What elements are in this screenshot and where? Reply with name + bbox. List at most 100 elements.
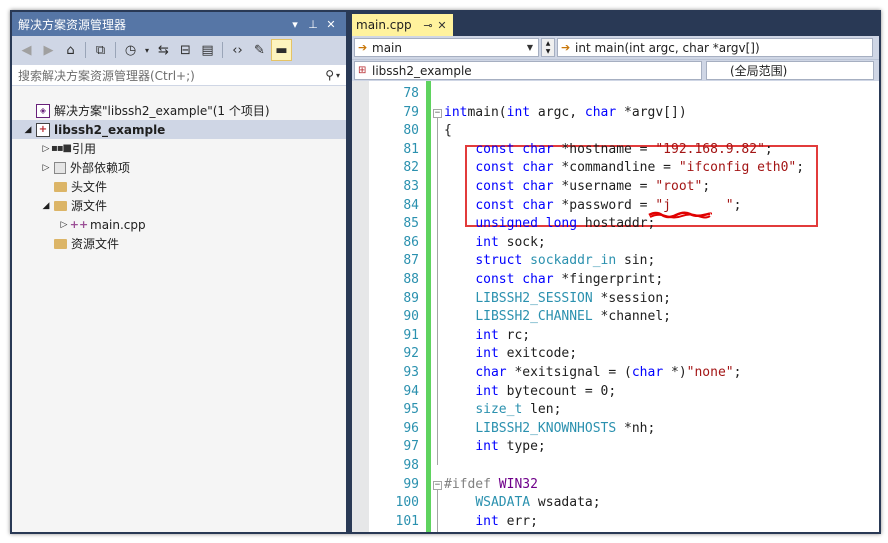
view-code-icon[interactable]: ‹› bbox=[227, 39, 248, 61]
line-number: 80 bbox=[403, 123, 419, 139]
code-line[interactable]: int bytecount = 0; bbox=[444, 383, 616, 402]
code-token: *session; bbox=[592, 290, 671, 306]
code-token: ; bbox=[702, 179, 711, 194]
tree-item-header-files[interactable]: 头文件 bbox=[12, 177, 346, 196]
window-position-dropdown-icon[interactable]: ▾ bbox=[286, 15, 304, 33]
line-number: 97 bbox=[403, 439, 419, 455]
sync-with-active-document-icon[interactable]: ⇆ bbox=[153, 39, 174, 61]
fold-function-icon[interactable]: − bbox=[433, 108, 442, 118]
tree-item-resource-files[interactable]: 资源文件 bbox=[12, 234, 346, 253]
dropdown-arrow-icon[interactable]: ▾ bbox=[142, 39, 152, 61]
tree-item-label: main.cpp bbox=[90, 217, 146, 232]
tree-expander[interactable]: ▷ bbox=[58, 220, 70, 230]
auto-hide-pin-icon[interactable]: ⊥ bbox=[304, 15, 322, 33]
search-icon[interactable]: ⚲ bbox=[325, 68, 334, 82]
code-token: *password = bbox=[553, 197, 656, 213]
line-number: 87 bbox=[403, 253, 419, 269]
forward-icon[interactable]: ▶ bbox=[38, 39, 59, 61]
code-line[interactable]: LIBSSH2_KNOWNHOSTS *nh; bbox=[444, 420, 655, 439]
tree-item-project[interactable]: ◢ + libssh2_example bbox=[12, 120, 346, 139]
tree-expander[interactable]: ◢ bbox=[40, 201, 52, 211]
home-icon[interactable]: ⌂ bbox=[60, 39, 81, 61]
code-line[interactable]: const char *fingerprint; bbox=[444, 271, 663, 290]
code-line[interactable]: const char *password = "j "; bbox=[444, 197, 741, 216]
document-tab-bar: main.cpp ⊸ ✕ bbox=[352, 12, 879, 36]
pin-tab-icon[interactable]: ⊸ bbox=[421, 19, 435, 32]
code-line[interactable]: #ifdef WIN32 bbox=[444, 476, 538, 495]
code-line[interactable]: WSADATA wsadata; bbox=[444, 494, 600, 513]
tree-item-label: 资源文件 bbox=[71, 237, 120, 251]
code-token: len; bbox=[522, 402, 562, 418]
line-number: 85 bbox=[403, 216, 419, 232]
project-dropdown[interactable]: ⊞ libssh2_example bbox=[354, 61, 702, 80]
chevron-down-icon[interactable]: ▼ bbox=[525, 43, 535, 52]
code-token: char bbox=[475, 365, 507, 380]
collapse-all-icon[interactable]: ⊟ bbox=[175, 39, 196, 61]
tree-item-label: libssh2_example bbox=[54, 122, 166, 137]
line-number: 93 bbox=[403, 365, 419, 380]
code-line[interactable]: int exitcode; bbox=[444, 345, 577, 364]
code-line[interactable]: LIBSSH2_SESSION *session; bbox=[444, 290, 671, 309]
cpp-file-icon: ++ bbox=[69, 218, 89, 231]
code-token: WIN32 bbox=[498, 476, 538, 492]
code-line[interactable]: int rc; bbox=[444, 327, 530, 346]
code-line[interactable]: size_t len; bbox=[444, 401, 561, 420]
code-line[interactable]: int err; bbox=[444, 513, 538, 532]
code-token: int bbox=[475, 346, 499, 362]
code-line[interactable]: { bbox=[444, 122, 452, 141]
code-token: int bbox=[475, 383, 499, 399]
code-line[interactable]: const char *hostname = "192.168.9.82"; bbox=[444, 141, 772, 160]
navigation-bar: ➔ main ▼ ▲ ▼ ➔ int main(int argc, char *a… bbox=[352, 36, 879, 59]
close-icon[interactable]: ✕ bbox=[322, 15, 340, 33]
tree-item-references[interactable]: ▷ ▪▪■ 引用 bbox=[12, 139, 346, 158]
search-input[interactable]: 搜索解决方案资源管理器(Ctrl+;) bbox=[18, 67, 325, 84]
tree-item-external-dependencies[interactable]: ▷ 外部依赖项 bbox=[12, 158, 346, 177]
tree-expander[interactable]: ◢ bbox=[22, 125, 34, 135]
line-number: 92 bbox=[403, 346, 419, 362]
line-number: 81 bbox=[403, 141, 419, 157]
line-number: 100 bbox=[395, 495, 419, 511]
code-area[interactable]: 78 79 intmain(int argc, char *argv[]) 80{81… bbox=[352, 81, 879, 532]
fold-ifdef-icon[interactable]: − bbox=[433, 480, 442, 490]
line-number: 94 bbox=[403, 383, 419, 399]
back-icon[interactable]: ◀ bbox=[16, 39, 37, 61]
code-token: *channel; bbox=[592, 309, 671, 325]
code-line[interactable]: intmain(int argc, char *argv[]) bbox=[444, 104, 687, 123]
solution-icon: ◈ bbox=[36, 103, 50, 118]
line-number: 89 bbox=[403, 290, 419, 306]
tree-item-main-cpp[interactable]: ▷ ++ main.cpp bbox=[12, 215, 346, 234]
code-line[interactable]: unsigned long hostaddr; bbox=[444, 215, 655, 234]
code-token: char bbox=[522, 197, 554, 213]
code-editor-panel: main.cpp ⊸ ✕ ➔ main ▼ ▲ ▼ ➔ int main(int … bbox=[352, 12, 879, 532]
code-line[interactable]: char *exitsignal = (char *)"none"; bbox=[444, 364, 741, 383]
code-line[interactable]: LIBSSH2_CHANNEL *channel; bbox=[444, 308, 671, 327]
code-line[interactable]: int type; bbox=[444, 438, 545, 457]
member-dropdown[interactable]: ➔ int main(int argc, char *argv[]) bbox=[557, 38, 873, 57]
code-token: char bbox=[584, 104, 617, 120]
tab-main-cpp[interactable]: main.cpp ⊸ ✕ bbox=[352, 14, 453, 36]
pending-changes-filter-icon[interactable]: ◷ bbox=[120, 39, 141, 61]
switch-views-icon[interactable]: ⧉ bbox=[90, 39, 111, 61]
properties-wrench-icon[interactable]: ✎ bbox=[249, 39, 270, 61]
tree-expander[interactable]: ▷ bbox=[40, 163, 52, 173]
code-line[interactable]: const char *username = "root"; bbox=[444, 178, 710, 197]
navigation-spinner[interactable]: ▲ ▼ bbox=[541, 38, 555, 57]
global-scope-dropdown[interactable]: (全局范围) bbox=[706, 61, 874, 80]
code-line[interactable]: const char *commandline = "ifconfig eth0… bbox=[444, 159, 804, 178]
tree-item-source-files[interactable]: ◢ 源文件 bbox=[12, 196, 346, 215]
code-line[interactable]: int sock; bbox=[444, 234, 545, 253]
preview-selected-items-icon[interactable]: ▬ bbox=[271, 39, 292, 61]
code-token: *username = bbox=[553, 179, 656, 194]
solution-explorer-search[interactable]: 搜索解决方案资源管理器(Ctrl+;) ⚲ ▾ bbox=[12, 64, 346, 86]
project-icon: ⊞ bbox=[358, 65, 367, 76]
scope-dropdown[interactable]: ➔ main ▼ bbox=[354, 38, 539, 57]
tree-item-solution[interactable]: ◈ 解决方案"libssh2_example"(1 个项目) bbox=[12, 101, 346, 120]
close-tab-icon[interactable]: ✕ bbox=[435, 19, 449, 32]
code-line[interactable]: struct sockaddr_in sin; bbox=[444, 252, 655, 271]
search-dropdown-icon[interactable]: ▾ bbox=[336, 71, 340, 80]
show-all-files-icon[interactable]: ▤ bbox=[197, 39, 218, 61]
